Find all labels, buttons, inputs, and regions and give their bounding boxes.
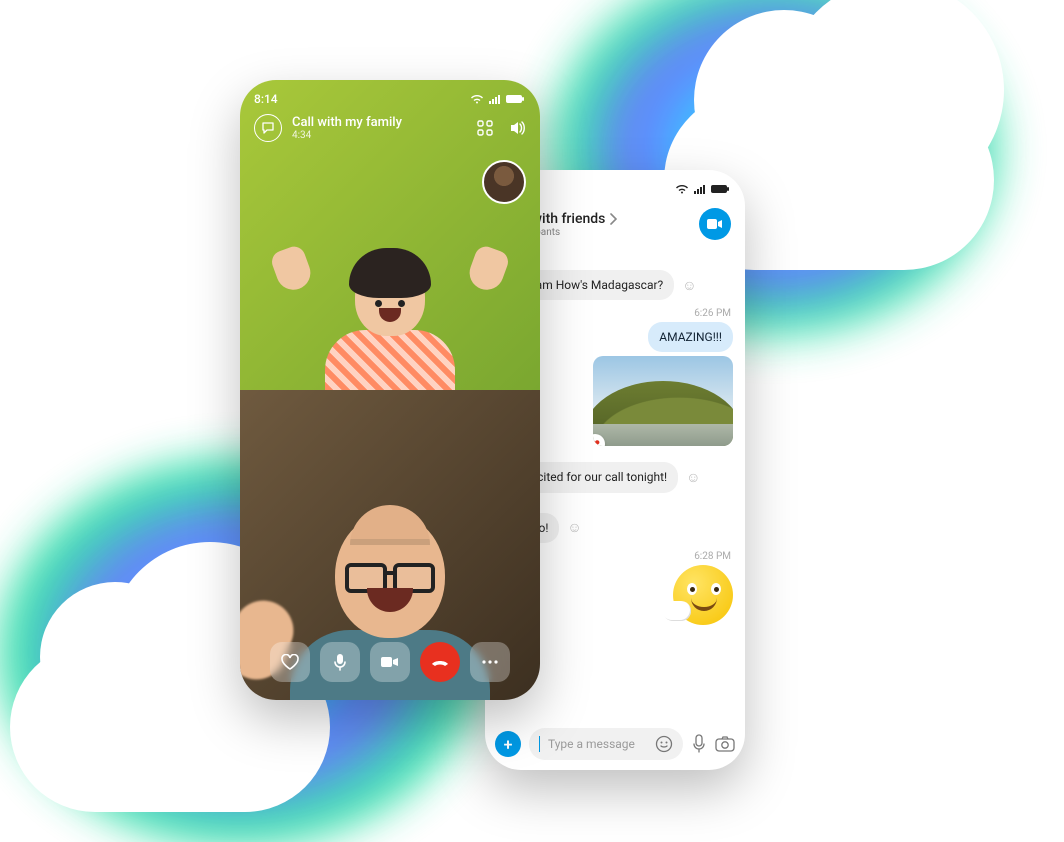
react-icon[interactable]: ☺ <box>682 277 696 294</box>
signal-icon <box>694 184 706 194</box>
message-input[interactable]: Type a message <box>529 728 683 760</box>
battery-icon <box>506 94 526 104</box>
video-call-button[interactable] <box>699 208 731 240</box>
call-duration: 4:34 <box>292 130 402 141</box>
call-title: Call with my family <box>292 115 402 131</box>
call-controls <box>240 642 540 682</box>
photo-message[interactable]: ❤ <box>593 356 733 446</box>
outgoing-message[interactable]: AMAZING!!! <box>648 322 733 352</box>
camera-button[interactable] <box>370 642 410 682</box>
sticker-message[interactable] <box>667 565 733 631</box>
react-icon[interactable]: ☺ <box>567 519 581 536</box>
call-phone: 8:14 Call with my family 4:34 <box>240 80 540 700</box>
self-view-pip[interactable] <box>482 160 526 204</box>
react-icon[interactable]: ☺ <box>686 469 700 486</box>
chat-icon[interactable] <box>254 114 282 142</box>
signal-icon <box>489 94 501 104</box>
battery-icon <box>711 184 731 194</box>
emoji-icon[interactable] <box>655 735 673 753</box>
call-status-bar: 8:14 <box>240 80 540 112</box>
speaker-icon[interactable] <box>508 119 526 137</box>
chevron-right-icon[interactable] <box>609 213 617 225</box>
grid-icon[interactable] <box>476 119 494 137</box>
microphone-icon[interactable] <box>691 734 707 754</box>
text-cursor <box>539 736 540 752</box>
input-placeholder: Type a message <box>548 737 635 751</box>
reaction-button[interactable] <box>270 642 310 682</box>
more-button[interactable] <box>470 642 510 682</box>
call-header: Call with my family 4:34 <box>240 110 540 146</box>
add-button[interactable]: + <box>495 731 521 757</box>
composer: + Type a message <box>495 728 735 760</box>
status-time: 8:14 <box>254 92 278 106</box>
microphone-button[interactable] <box>320 642 360 682</box>
end-call-button[interactable] <box>420 642 460 682</box>
camera-icon[interactable] <box>715 736 735 752</box>
wifi-icon <box>470 94 484 104</box>
wifi-icon <box>675 184 689 194</box>
